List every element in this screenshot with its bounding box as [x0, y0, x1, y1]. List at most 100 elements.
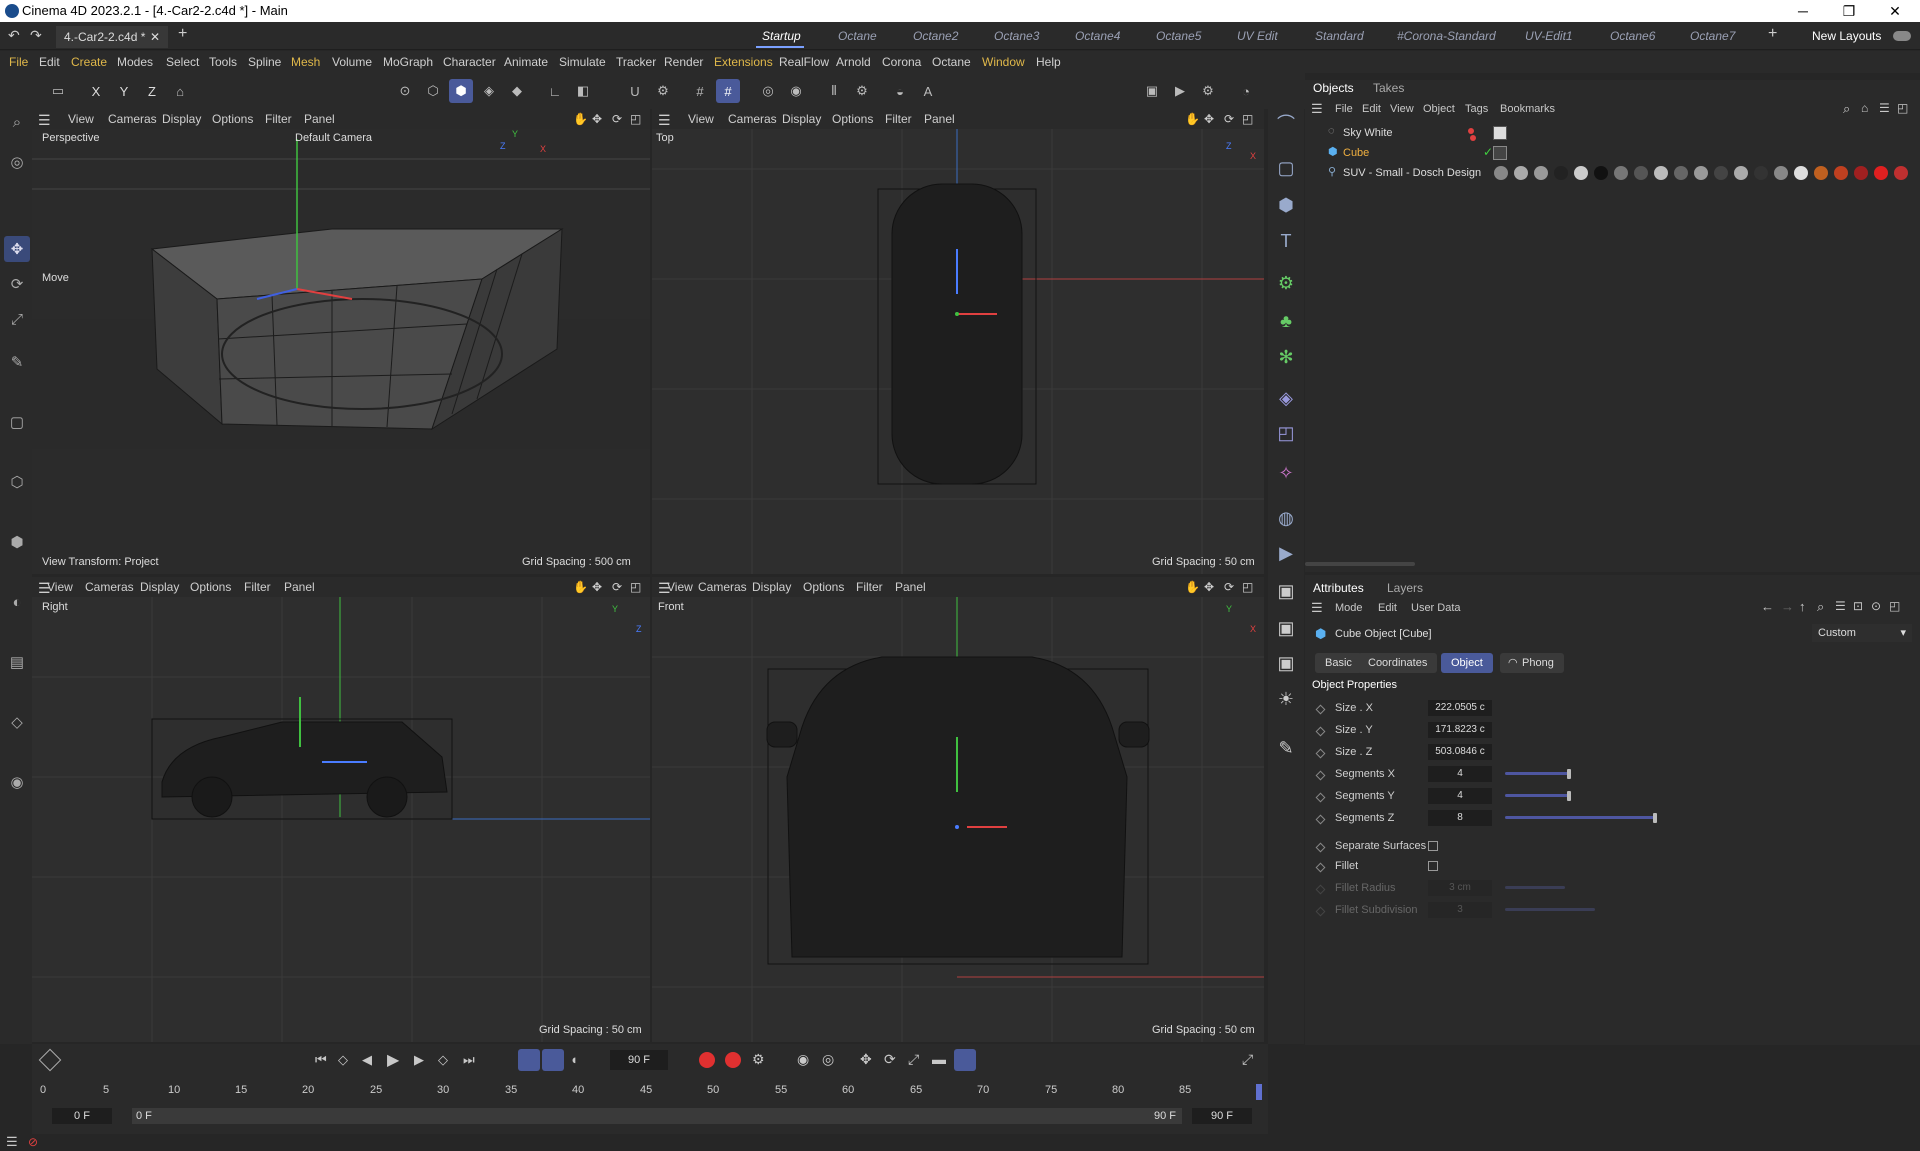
orbit-icon[interactable]: ⟳ [1224, 112, 1234, 126]
coordinate-system-icon[interactable]: ⌂ [168, 79, 192, 103]
obj-menu-file[interactable]: File [1335, 103, 1353, 115]
menu-corona[interactable]: Corona [882, 55, 921, 69]
sculpt-icon[interactable]: ◐ [4, 589, 30, 615]
home-icon[interactable]: ⌂ [1861, 101, 1868, 115]
symmetry-settings-icon[interactable]: ⚙ [850, 79, 874, 103]
menu-realflow[interactable]: RealFlow [779, 55, 829, 69]
next-key-icon[interactable]: ◇ [438, 1052, 448, 1068]
vp-right-cameras-menu[interactable]: Cameras [85, 580, 134, 594]
attributes-menu-icon[interactable]: ☰ [1311, 600, 1323, 616]
point-level-toggle[interactable] [954, 1049, 976, 1071]
attr-menu-mode[interactable]: Mode [1335, 602, 1363, 614]
redo-icon[interactable]: ↷ [30, 27, 42, 44]
menu-character[interactable]: Character [443, 55, 496, 69]
segments-z-slider[interactable] [1505, 816, 1655, 819]
menu-volume[interactable]: Volume [332, 55, 372, 69]
menu-extensions[interactable]: Extensions [714, 55, 773, 69]
vp-right-panel-menu[interactable]: Panel [284, 580, 315, 594]
menu-tools[interactable]: Tools [209, 55, 237, 69]
menu-simulate[interactable]: Simulate [559, 55, 606, 69]
objects-menu-icon[interactable]: ☰ [1311, 101, 1323, 117]
filter-icon[interactable]: ☰ [1879, 101, 1890, 115]
vp-persp-cameras-menu[interactable]: Cameras [108, 112, 157, 126]
deformer-icon[interactable]: ⬢ [4, 529, 30, 555]
vp-persp-view-menu[interactable]: View [68, 112, 94, 126]
object-row-cube[interactable]: ⬢ Cube ✓ [1325, 145, 1915, 163]
forward-arrow-icon[interactable]: → [1781, 599, 1794, 614]
view-settings-icon[interactable]: ◒ [888, 79, 912, 103]
vp-right-view-menu[interactable]: View [47, 580, 73, 594]
subtab-phong[interactable]: ◠ Phong [1500, 653, 1564, 673]
vp-front-view-menu[interactable]: View [667, 580, 693, 594]
layout-tab-octane2[interactable]: Octane2 [913, 29, 958, 43]
record-icon[interactable] [699, 1052, 715, 1068]
search-icon[interactable]: ⌕ [1843, 101, 1850, 117]
key-dope-icon[interactable]: ◎ [822, 1051, 834, 1068]
menu-create[interactable]: Create [71, 55, 107, 69]
vp-front-filter-menu[interactable]: Filter [856, 580, 883, 594]
dolly-icon[interactable]: ✥ [592, 580, 602, 594]
filter-icon[interactable]: ☰ [1835, 599, 1846, 613]
points-mode-icon[interactable]: ⊙ [393, 79, 417, 103]
search-icon[interactable]: ⌕ [1817, 599, 1824, 615]
layout-tab-uv-edit1[interactable]: UV-Edit1 [1525, 29, 1573, 43]
maximize-view-icon[interactable]: ◰ [1242, 580, 1253, 594]
sun-icon[interactable]: ☀ [1272, 685, 1300, 713]
y-axis-toggle[interactable]: Y [112, 79, 136, 103]
uv-mode-icon[interactable]: ◆ [505, 79, 529, 103]
obj-menu-bookmarks[interactable]: Bookmarks [1500, 103, 1555, 115]
grid-icon[interactable]: # [688, 79, 712, 103]
new-document-icon[interactable]: + [178, 25, 187, 43]
segments-x-input[interactable]: 4 [1428, 766, 1492, 782]
segments-x-slider[interactable] [1505, 772, 1569, 775]
subtab-coordinates[interactable]: Coordinates [1358, 653, 1438, 673]
attr-menu-user-data[interactable]: User Data [1411, 602, 1461, 614]
keyframe-diamond-icon[interactable] [1315, 792, 1326, 803]
menu-arnold[interactable]: Arnold [836, 55, 871, 69]
autokey-icon[interactable] [725, 1052, 741, 1068]
maximize-button[interactable]: ❐ [1826, 0, 1872, 22]
up-arrow-icon[interactable]: ↑ [1799, 599, 1806, 614]
rotation-key-icon[interactable]: ⟳ [884, 1051, 896, 1068]
vp-top-options-menu[interactable]: Options [832, 112, 873, 126]
vp-top-view-menu[interactable]: View [688, 112, 714, 126]
viewport-front[interactable]: ☰ View Cameras Display Options Filter Pa… [652, 577, 1264, 1042]
menu-octane[interactable]: Octane [932, 55, 971, 69]
cube-icon[interactable]: ▢ [1272, 154, 1300, 182]
effector-icon[interactable]: ✻ [1272, 343, 1300, 371]
size-y-input[interactable]: 171.8223 c [1428, 722, 1492, 738]
obj-menu-tags[interactable]: Tags [1465, 103, 1488, 115]
segments-y-input[interactable]: 4 [1428, 788, 1492, 804]
go-to-end-icon[interactable]: ⏭ [463, 1052, 475, 1068]
start-frame-field[interactable]: 0 F [52, 1108, 112, 1124]
timeline-graph-icon[interactable]: ⤢ [1242, 1051, 1253, 1068]
keyframe-diamond-icon[interactable] [1315, 842, 1326, 853]
visibility-dot[interactable] [1468, 128, 1474, 134]
key-selection-icon[interactable]: ◉ [797, 1051, 809, 1068]
close-window-button[interactable]: ✕ [1872, 0, 1918, 22]
status-menu-icon[interactable]: ☰ [6, 1134, 18, 1150]
menu-tracker[interactable]: Tracker [616, 55, 656, 69]
spline-icon[interactable]: ✧ [1272, 459, 1300, 487]
objects-scrollbar[interactable] [1305, 562, 1415, 566]
vp-top-filter-menu[interactable]: Filter [885, 112, 912, 126]
viewport-perspective-canvas[interactable]: Z Y X [32, 129, 650, 574]
layout-tab-octane[interactable]: Octane [838, 29, 877, 43]
keyframe-diamond-icon[interactable] [1315, 748, 1326, 759]
menu-spline[interactable]: Spline [248, 55, 281, 69]
material-tag-icon[interactable] [1493, 126, 1507, 140]
viewport-menu-icon[interactable]: ☰ [38, 112, 51, 129]
z-axis-toggle[interactable]: Z [140, 79, 164, 103]
vp-persp-display-menu[interactable]: Display [162, 112, 201, 126]
viewport-right[interactable]: ☰ View Cameras Display Options Filter Pa… [32, 577, 650, 1042]
menu-select[interactable]: Select [166, 55, 199, 69]
subtab-object[interactable]: Object [1441, 653, 1493, 673]
subdivision-icon[interactable]: ⬡ [4, 469, 30, 495]
obj-menu-object[interactable]: Object [1423, 103, 1455, 115]
segments-y-slider-knob[interactable] [1567, 791, 1571, 801]
current-frame-field[interactable]: 90 F [610, 1050, 668, 1070]
camera-icon[interactable]: ▶ [1272, 539, 1300, 567]
preview-range-toggle[interactable] [542, 1049, 564, 1071]
layout-tab-startup[interactable]: Startup [762, 29, 801, 43]
add-layout-icon[interactable]: + [1768, 25, 1777, 43]
